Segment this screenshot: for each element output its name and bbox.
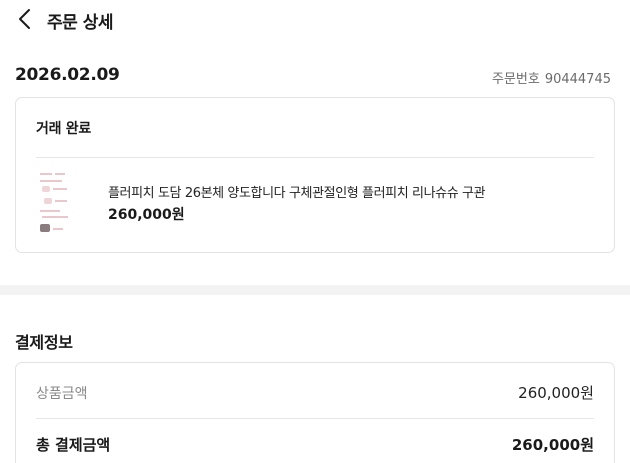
- product-amount-label: 상품금액: [36, 386, 88, 402]
- product-title[interactable]: 플러피치 도담 26본체 양도합니다 구체관절인형 플러피치 리나슈슈 구관: [108, 182, 486, 201]
- total-amount-value: 260,000원: [511, 436, 594, 454]
- product-price: 260,000원: [108, 207, 185, 223]
- order-status: 거래 완료: [36, 121, 91, 137]
- order-number-label: 주문번호: [491, 72, 540, 87]
- payment-card: 상품금액 260,000원 총 결제금액 260,000원: [15, 362, 615, 463]
- order-date: 2026.02.09: [15, 65, 120, 85]
- back-button[interactable]: [14, 6, 38, 32]
- payment-section-title: 결제정보: [15, 333, 73, 352]
- page-title: 주문 상세: [47, 13, 113, 33]
- divider: [36, 418, 594, 419]
- product-thumbnail[interactable]: [38, 170, 72, 234]
- thumbnail-photo: [40, 224, 50, 232]
- order-card: 거래 완료 플러피치 도담 26본체 양도합니다 구체관절인형 플러피치 리나슈…: [15, 97, 615, 253]
- order-number-value: 90444745: [544, 72, 611, 87]
- order-number: 주문번호 90444745: [492, 68, 611, 87]
- section-separator: [0, 285, 630, 295]
- top-bar: 주문 상세: [0, 0, 630, 40]
- divider: [36, 157, 594, 158]
- chevron-left-icon: [19, 9, 30, 29]
- total-amount-label: 총 결제금액: [36, 436, 111, 454]
- product-amount-value: 260,000원: [518, 384, 594, 402]
